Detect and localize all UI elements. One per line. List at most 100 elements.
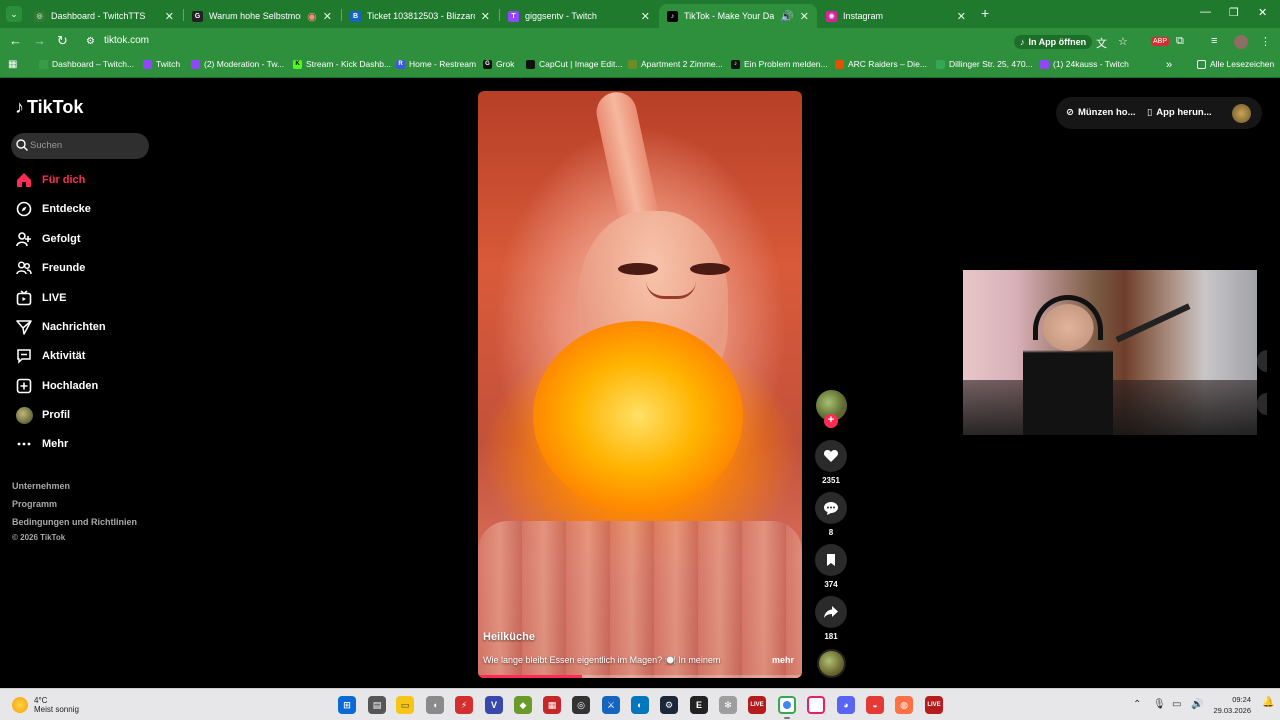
translate-icon[interactable]: 文: [1096, 35, 1107, 51]
next-video-button[interactable]: [1257, 393, 1267, 415]
settings-app-icon[interactable]: ✻: [719, 696, 737, 714]
system-clock[interactable]: 09:24 29.03.2026: [1211, 694, 1251, 716]
nav-friends[interactable]: Freunde: [15, 256, 85, 280]
close-tab-icon[interactable]: ✕: [481, 10, 490, 23]
epic-games-icon[interactable]: E: [690, 696, 708, 714]
bookmark-item[interactable]: K Stream - Kick Dashb...: [293, 59, 391, 69]
bookmark-star-icon[interactable]: ☆: [1118, 35, 1128, 48]
minimize-button[interactable]: —: [1200, 6, 1211, 18]
maximize-button[interactable]: ❐: [1229, 6, 1239, 19]
download-app-button[interactable]: ▯ App herun...: [1147, 107, 1212, 118]
streamlabs-icon[interactable]: LIVE: [748, 696, 766, 714]
windows-start-icon[interactable]: ⊞: [338, 696, 356, 714]
close-window-button[interactable]: ✕: [1258, 6, 1267, 19]
app-red-icon[interactable]: ◒: [866, 696, 884, 714]
tab-instagram[interactable]: ◉ Instagram ✕: [818, 4, 974, 28]
url-bar[interactable]: ⚙ tiktok.com ♪ In App öffnen: [78, 32, 1138, 52]
nav-for-you[interactable]: Für dich: [15, 168, 85, 192]
audio-playing-icon[interactable]: 🔊: [780, 10, 794, 23]
mouse-app-icon[interactable]: ◖: [426, 696, 444, 714]
notifications-icon[interactable]: 🔔: [1262, 697, 1274, 708]
back-icon[interactable]: ←: [9, 34, 22, 48]
steam-icon[interactable]: ⚙: [660, 696, 678, 714]
footer-company-link[interactable]: Unternehmen: [12, 481, 70, 491]
close-tab-icon[interactable]: ✕: [323, 10, 332, 23]
adblock-extension-icon[interactable]: ABP: [1151, 37, 1170, 46]
weather-widget[interactable]: 4°C Meist sonnig: [12, 696, 79, 714]
previous-video-button[interactable]: [1257, 350, 1267, 372]
get-coins-button[interactable]: ⊘ Münzen ho...: [1066, 107, 1136, 118]
tab-tiktok[interactable]: ♪ TikTok - Make Your Day 🔊 ✕: [659, 4, 817, 28]
share-button[interactable]: [815, 596, 847, 628]
tab-blizzard-ticket[interactable]: B Ticket 103812503 - Blizzard-Ku ✕: [342, 4, 498, 28]
bookmark-item[interactable]: (2) Moderation - Tw...: [191, 59, 284, 69]
tray-mic-icon[interactable]: 🎙: [1153, 699, 1166, 710]
bookmark-item[interactable]: R Home - Restream: [396, 59, 476, 69]
chrome-icon[interactable]: [778, 696, 796, 714]
bookmark-button[interactable]: [815, 544, 847, 576]
playstation-app-icon[interactable]: ◐: [631, 696, 649, 714]
new-tab-button[interactable]: +: [981, 6, 989, 20]
bookmark-item[interactable]: Twitch: [143, 59, 180, 69]
tray-overflow-icon[interactable]: ⌃: [1133, 699, 1141, 710]
nav-more[interactable]: Mehr: [15, 432, 68, 456]
forward-icon[interactable]: →: [33, 34, 46, 48]
bookmark-item[interactable]: Dashboard – Twitch...: [39, 59, 134, 69]
tray-network-icon[interactable]: ▭: [1172, 699, 1181, 710]
tab-search-button[interactable]: ⌄: [6, 6, 22, 22]
nav-live[interactable]: LIVE: [15, 286, 66, 310]
firefox-icon[interactable]: ◍: [895, 696, 913, 714]
bookmarks-overflow-button[interactable]: »: [1166, 59, 1172, 71]
extensions-icon[interactable]: ⧉: [1176, 35, 1184, 48]
tiktok-logo[interactable]: ♪ TikTok: [15, 97, 83, 118]
bookmark-item[interactable]: G Grok: [483, 59, 514, 69]
nav-profile[interactable]: Profil: [15, 403, 70, 427]
tab-giggsentv[interactable]: T giggsentv - Twitch ✕: [500, 4, 658, 28]
opera-icon[interactable]: [807, 696, 825, 714]
tab-dashboard-twitchtts[interactable]: ◎ Dashboard - TwitchTTS ✕: [26, 4, 182, 28]
file-explorer-icon[interactable]: ▭: [396, 696, 414, 714]
video-player[interactable]: Heilküche Wie lange bleibt Essen eigentl…: [478, 91, 802, 678]
search-input[interactable]: Suchen: [11, 133, 149, 159]
nav-upload[interactable]: Hochladen: [15, 374, 98, 398]
music-disc-icon[interactable]: [817, 649, 846, 678]
reload-icon[interactable]: ↻: [57, 34, 68, 48]
site-settings-icon[interactable]: ⚙: [86, 36, 95, 47]
bookmark-item[interactable]: ♪ Ein Problem melden...: [731, 59, 828, 69]
nav-following[interactable]: Gefolgt: [15, 227, 81, 251]
close-tab-icon[interactable]: ✕: [165, 10, 174, 23]
tab-warum-hohe[interactable]: G Warum hohe Selbstmordrat ◉ ✕: [184, 4, 340, 28]
bookmark-item[interactable]: CapCut | Image Edit...: [526, 59, 622, 69]
all-bookmarks-button[interactable]: Alle Lesezeichen: [1197, 59, 1274, 69]
obs-icon[interactable]: ◎: [572, 696, 590, 714]
url-text[interactable]: tiktok.com: [104, 35, 149, 46]
bookmark-item[interactable]: Dillinger Str. 25, 470...: [936, 59, 1033, 69]
calculator-icon[interactable]: ▤: [368, 696, 386, 714]
bookmark-item[interactable]: Apartment 2 Zimme...: [628, 59, 723, 69]
nav-explore[interactable]: Entdecke: [15, 197, 91, 221]
close-tab-icon[interactable]: ✕: [957, 10, 966, 23]
close-tab-icon[interactable]: ✕: [641, 10, 650, 23]
browser-menu-icon[interactable]: ⋮: [1260, 35, 1271, 48]
video-author-name[interactable]: Heilküche: [483, 631, 535, 643]
profile-avatar-icon[interactable]: [1234, 35, 1248, 49]
battlenet-icon[interactable]: ⚔: [602, 696, 620, 714]
footer-program-link[interactable]: Programm: [12, 499, 57, 509]
video-description-more-button[interactable]: mehr: [772, 655, 794, 665]
media-control-icon[interactable]: ≡: [1211, 35, 1217, 47]
bookmark-item[interactable]: ARC Raiders – Die...: [835, 59, 927, 69]
stream-deck-icon[interactable]: ▦: [543, 696, 561, 714]
bookmark-item[interactable]: (1) 24kauss - Twitch: [1040, 59, 1129, 69]
video-progress-bar[interactable]: [478, 675, 802, 678]
tray-volume-icon[interactable]: 🔊: [1191, 699, 1203, 710]
close-tab-icon[interactable]: ✕: [800, 10, 809, 23]
streamlabs-2-icon[interactable]: LIVE: [925, 696, 943, 714]
open-in-app-button[interactable]: ♪ In App öffnen: [1014, 35, 1093, 49]
nav-messages[interactable]: Nachrichten: [15, 315, 106, 339]
follow-plus-button[interactable]: +: [824, 414, 838, 428]
minecraft-icon[interactable]: ◆: [514, 696, 532, 714]
discord-icon[interactable]: ◕: [837, 696, 855, 714]
apps-grid-icon[interactable]: ▦: [8, 59, 17, 70]
user-avatar[interactable]: [1232, 104, 1251, 123]
vegas-app-icon[interactable]: V: [485, 696, 503, 714]
